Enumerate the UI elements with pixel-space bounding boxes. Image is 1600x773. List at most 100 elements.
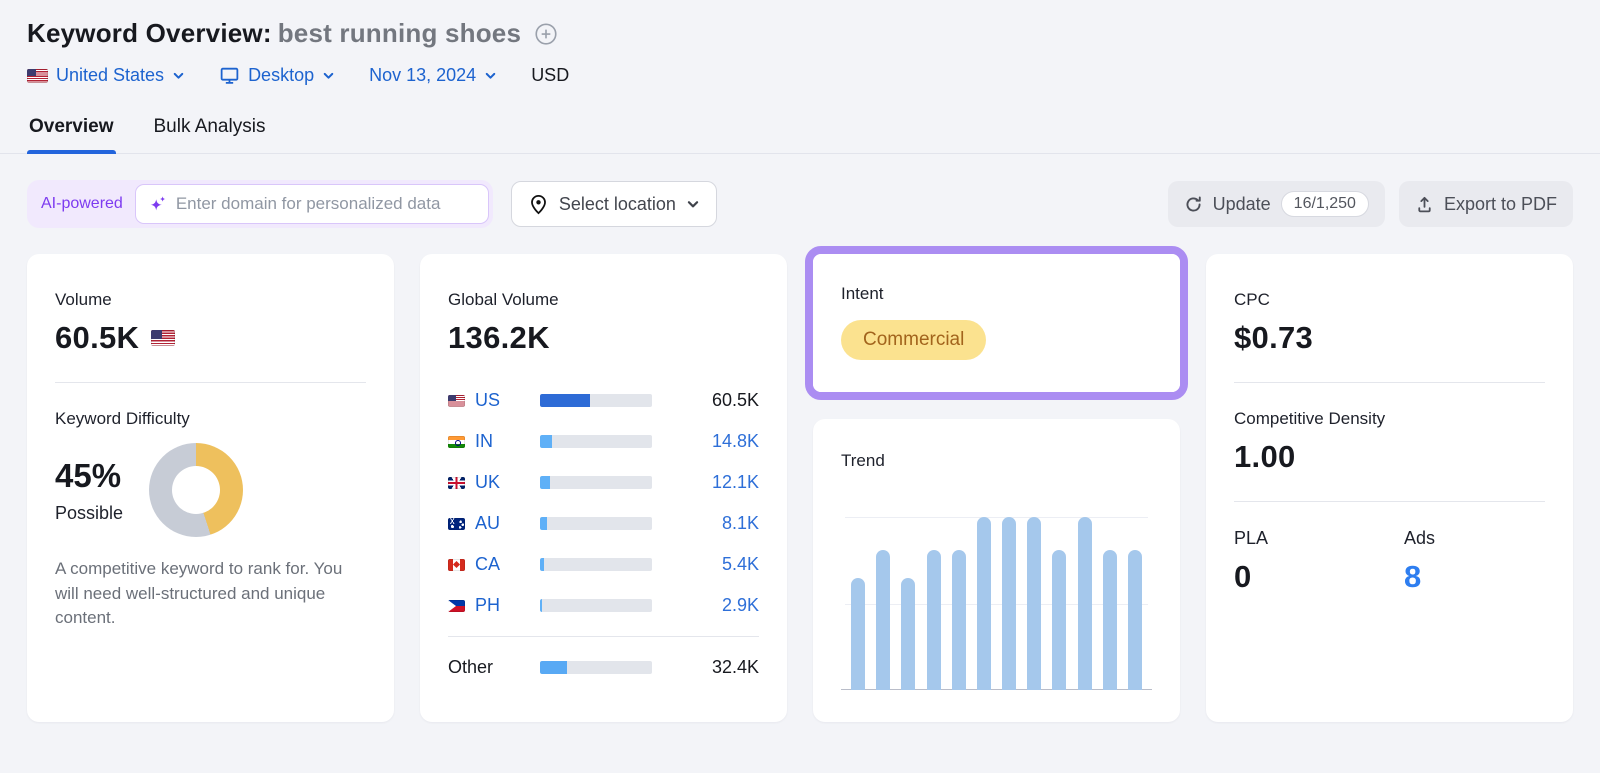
domain-input[interactable] — [175, 194, 476, 214]
country-volume-value[interactable]: 8.1K — [722, 513, 759, 534]
pla-label: PLA — [1234, 528, 1269, 548]
cpc-label: CPC — [1234, 290, 1270, 309]
country-code-label: PH — [475, 595, 501, 615]
us-flag-icon — [27, 68, 48, 83]
refresh-icon — [1184, 195, 1203, 214]
trend-bar — [1102, 549, 1117, 690]
country-volume-row: CA 5.4K — [448, 544, 759, 585]
country-volume-value[interactable]: 5.4K — [722, 554, 759, 575]
toolbar-left: AI-powered Select location — [27, 180, 717, 228]
country-volume-bar-fill — [540, 435, 553, 448]
desktop-icon — [219, 65, 240, 86]
country-volume-list: US 60.5K IN 14.8K UK 12.1K AU 8.1K CA 5.4K PH 2.9K — [448, 380, 759, 626]
competitive-density-label: Competitive Density — [1234, 409, 1386, 428]
sparkles-icon — [148, 194, 168, 214]
country-code[interactable]: PH — [448, 595, 540, 616]
filters-row: United States Desktop Nov 13, 2024 USD — [27, 65, 1573, 86]
volume-label: Volume — [55, 290, 112, 309]
select-location-label: Select location — [558, 193, 676, 214]
domain-input-wrap — [134, 184, 489, 224]
other-volume-value: 32.4K — [711, 657, 759, 677]
trend-bar — [926, 549, 941, 690]
chevron-down-icon — [172, 69, 185, 82]
plus-circle-icon — [533, 21, 559, 47]
volume-card: Volume 60.5K Keyword Difficulty 45% Poss… — [27, 254, 394, 722]
update-button[interactable]: Update 16/1,250 — [1167, 181, 1385, 227]
cpc-card: CPC $0.73 Competitive Density 1.00 PLA 0… — [1206, 254, 1573, 722]
trend-bar — [1052, 549, 1067, 690]
in-flag-icon — [448, 435, 465, 448]
tab-overview[interactable]: Overview — [27, 112, 116, 154]
country-volume-bar — [540, 435, 652, 448]
other-volume-row: Other 32.4K — [448, 647, 759, 688]
date-filter[interactable]: Nov 13, 2024 — [369, 65, 497, 86]
country-volume-row: PH 2.9K — [448, 585, 759, 626]
keyword-difficulty-value: 45% — [55, 456, 122, 494]
intent-card: Intent Commercial — [813, 254, 1180, 392]
metrics-grid: Volume 60.5K Keyword Difficulty 45% Poss… — [27, 246, 1573, 722]
us-flag-icon — [151, 330, 176, 346]
pla-block: PLA 0 — [1234, 528, 1404, 595]
toolbar: AI-powered Select location — [27, 180, 1573, 228]
divider — [55, 382, 366, 383]
pla-ads-row: PLA 0 Ads 8 — [1234, 528, 1545, 595]
intent-badge: Commercial — [841, 320, 987, 360]
country-code[interactable]: UK — [448, 472, 540, 493]
country-volume-value: 60.5K — [711, 390, 759, 410]
trend-bars — [851, 517, 1142, 690]
tab-bar: Overview Bulk Analysis — [0, 112, 1600, 154]
trend-bar — [901, 577, 916, 690]
page-title-prefix: Keyword Overview: — [27, 18, 272, 48]
country-volume-bar — [540, 394, 652, 407]
trend-card: Trend — [813, 419, 1180, 722]
country-filter[interactable]: United States — [27, 65, 185, 86]
divider — [1234, 501, 1545, 502]
keyword-overview-page: Keyword Overview: best running shoes Unit… — [0, 0, 1600, 722]
intent-label: Intent — [841, 284, 884, 303]
country-code-label: UK — [475, 472, 501, 492]
volume-value: 60.5K — [55, 320, 140, 355]
chevron-down-icon — [322, 69, 335, 82]
date-filter-label: Nov 13, 2024 — [369, 65, 477, 85]
trend-chart — [841, 517, 1152, 690]
trend-bar — [851, 577, 865, 690]
keyword-difficulty-qualifier: Possible — [55, 502, 124, 523]
ca-flag-icon — [448, 558, 465, 571]
select-location-button[interactable]: Select location — [510, 181, 717, 227]
country-code: US — [448, 390, 540, 411]
tab-bulk-analysis[interactable]: Bulk Analysis — [152, 112, 268, 153]
country-volume-bar-fill — [540, 476, 550, 489]
country-code[interactable]: IN — [448, 431, 540, 452]
keyword-difficulty-donut — [149, 443, 244, 537]
global-volume-value: 136.2K — [448, 320, 550, 355]
ads-value[interactable]: 8 — [1404, 559, 1435, 595]
country-code[interactable]: AU — [448, 513, 540, 534]
divider — [448, 636, 759, 637]
keyword-difficulty-description: A competitive keyword to rank for. You w… — [55, 559, 343, 628]
chevron-down-icon — [686, 197, 700, 211]
country-volume-bar-fill — [540, 517, 547, 530]
country-volume-value[interactable]: 12.1K — [712, 472, 759, 493]
device-filter-label: Desktop — [248, 65, 315, 85]
trend-bar — [1027, 517, 1042, 690]
country-volume-value[interactable]: 2.9K — [722, 595, 759, 616]
country-code-label: US — [475, 390, 501, 410]
toolbar-right: Update 16/1,250 Export to PDF — [1167, 181, 1573, 227]
country-volume-bar-fill — [540, 599, 543, 612]
divider — [1234, 382, 1545, 383]
country-code-label: CA — [475, 554, 501, 574]
country-code[interactable]: CA — [448, 554, 540, 575]
add-keyword-button[interactable] — [533, 21, 559, 47]
country-filter-label: United States — [56, 65, 165, 85]
device-filter[interactable]: Desktop — [219, 65, 335, 86]
trend-bar — [1002, 517, 1017, 690]
ads-label: Ads — [1404, 528, 1436, 548]
country-volume-bar — [540, 558, 652, 571]
trend-bar — [1127, 549, 1142, 690]
export-pdf-label: Export to PDF — [1443, 193, 1557, 214]
country-volume-bar — [540, 476, 652, 489]
trend-label: Trend — [841, 451, 885, 470]
export-pdf-button[interactable]: Export to PDF — [1398, 181, 1573, 227]
country-volume-value[interactable]: 14.8K — [712, 431, 759, 452]
competitive-density-value: 1.00 — [1234, 439, 1296, 474]
